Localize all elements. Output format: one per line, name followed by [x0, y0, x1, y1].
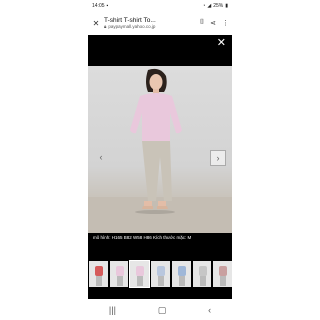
thumbnail-pants: [158, 276, 165, 286]
thumbnail-shirt: [219, 266, 228, 276]
thumbnail-shirt: [115, 266, 124, 276]
thumbnail-shirt: [177, 266, 186, 276]
home-icon[interactable]: ▢: [158, 305, 167, 316]
phone-screen: 14:05 ▪ ◔ ◢ 25% ▮ ✕ T-shirt T-shirt To..…: [88, 0, 232, 320]
recent-apps-icon[interactable]: |||: [109, 305, 116, 315]
signal-icon: ◢: [207, 3, 212, 9]
thumbnail-strip: [88, 260, 232, 288]
page-title-area: T-shirt T-shirt To... 🔒︎ paypaymall.yaho…: [104, 17, 200, 29]
notification-icon: ▪: [106, 3, 109, 9]
browser-toolbar: ✕ T-shirt T-shirt To... 🔒︎ paypaymall.ya…: [88, 12, 232, 34]
thumbnail-6[interactable]: [192, 261, 212, 287]
close-icon[interactable]: ✕: [91, 19, 101, 28]
product-photo[interactable]: ‹ ›: [88, 66, 232, 233]
wifi-icon: ◔: [202, 3, 206, 9]
page-title: T-shirt T-shirt To...: [104, 17, 156, 24]
page-url: paypaymall.yahoo.co.jp: [108, 24, 156, 29]
battery-label: 25%: [213, 3, 224, 9]
status-time: 14:05: [92, 3, 105, 9]
page-url-row: 🔒︎ paypaymall.yahoo.co.jp: [104, 24, 200, 29]
next-image-button[interactable]: ›: [210, 150, 226, 166]
thumbnail-pants: [220, 276, 227, 286]
thumbnail-pants: [137, 276, 144, 286]
thumbnail-2[interactable]: [109, 261, 129, 287]
thumbnail-shirt: [95, 266, 103, 276]
thumbnail-shirt: [157, 266, 166, 276]
image-viewer: ✕ ‹ › mô hình: H165 B82 W58 H86 Kích thư…: [88, 35, 232, 299]
thumbnail-pants: [116, 276, 123, 286]
thumbnail-pants: [96, 276, 102, 286]
back-icon[interactable]: ‹: [208, 305, 211, 315]
thumbnail-shirt: [136, 266, 145, 276]
chevron-left-icon: ‹: [99, 152, 103, 162]
thumbnail-7[interactable]: [213, 261, 232, 287]
thumbnail-4[interactable]: [151, 261, 170, 287]
close-viewer-icon[interactable]: ✕: [217, 38, 226, 49]
bookmark-icon[interactable]: ⌷: [200, 19, 204, 27]
lock-icon: 🔒︎: [104, 24, 107, 29]
thumbnail-pants: [199, 276, 206, 286]
share-icon[interactable]: ⋖: [210, 19, 216, 27]
status-bar: 14:05 ▪ ◔ ◢ 25% ▮: [88, 0, 232, 12]
battery-icon: ▮: [225, 3, 228, 9]
prev-image-button[interactable]: ‹: [94, 150, 108, 164]
android-nav-bar: ||| ▢ ‹: [88, 300, 232, 320]
thumbnail-shirt: [198, 266, 207, 276]
image-caption: mô hình: H165 B82 W58 H86 Kích thước mặc…: [93, 235, 192, 240]
thumbnail-1[interactable]: [89, 261, 108, 287]
thumbnail-5[interactable]: [171, 261, 191, 287]
thumbnail-3[interactable]: [129, 260, 151, 288]
thumbnail-pants: [178, 276, 185, 286]
chevron-right-icon: ›: [216, 153, 220, 163]
more-icon[interactable]: ⋮: [222, 19, 229, 27]
